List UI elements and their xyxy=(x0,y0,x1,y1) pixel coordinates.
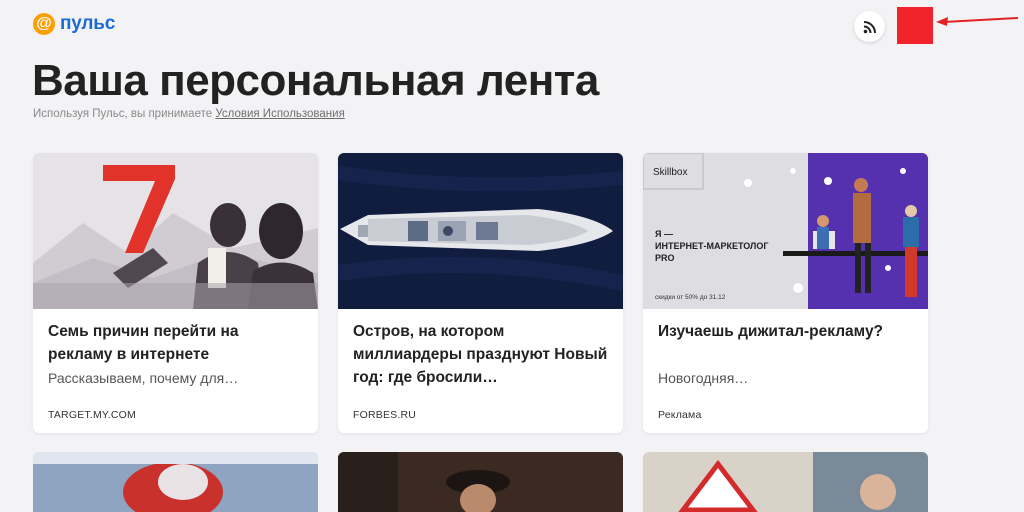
logo-text: пульс xyxy=(60,13,116,34)
terms-link[interactable]: Условия Использования xyxy=(215,108,344,120)
terms-prefix: Используя Пульс, вы принимаете xyxy=(33,108,213,120)
news-card[interactable] xyxy=(338,452,623,512)
ad-image: Skillbox Я — ИНТЕРНЕТ-МАРКЕТОЛОГ PRO ски… xyxy=(643,153,928,309)
card-source[interactable]: FORBES.RU xyxy=(353,409,416,421)
terms-notice: Используя Пульс, вы принимаете Условия И… xyxy=(33,108,345,120)
ad-card[interactable]: Skillbox Я — ИНТЕРНЕТ-МАРКЕТОЛОГ PRO ски… xyxy=(643,153,928,433)
ad-label: Реклама xyxy=(658,409,702,421)
pulse-logo[interactable]: @ пульс xyxy=(33,13,115,35)
card-title[interactable]: Семь причин перейти на рекламу в интерне… xyxy=(48,320,303,366)
rss-button[interactable] xyxy=(854,11,885,42)
svg-text:PRO: PRO xyxy=(655,253,675,263)
news-card[interactable]: Остров, на котором миллиардеры празднуют… xyxy=(338,153,623,433)
rss-icon xyxy=(863,20,876,33)
ad-discount: скидки от 50% до 31.12 xyxy=(655,294,726,301)
card-description: Рассказываем, почему для… xyxy=(48,370,239,386)
news-card[interactable] xyxy=(643,452,928,512)
svg-text:ИНТЕРНЕТ-МАРКЕТОЛОГ: ИНТЕРНЕТ-МАРКЕТОЛОГ xyxy=(655,241,768,251)
card-image xyxy=(643,452,928,512)
card-title[interactable]: Остров, на котором миллиардеры празднуют… xyxy=(353,320,608,389)
card-description: Новогодняя… xyxy=(658,370,749,386)
ad-brand: Skillbox xyxy=(653,167,687,178)
card-title[interactable]: Изучаешь дижитал-рекламу? xyxy=(658,320,913,343)
card-image xyxy=(33,452,318,512)
svg-text:Я —: Я — xyxy=(655,229,673,239)
news-card[interactable]: Семь причин перейти на рекламу в интерне… xyxy=(33,153,318,433)
at-logo-icon: @ xyxy=(33,13,55,35)
page-title: Ваша персональная лента xyxy=(32,56,599,105)
card-image xyxy=(33,153,318,309)
card-image xyxy=(338,153,623,309)
card-image xyxy=(338,452,623,512)
news-card[interactable] xyxy=(33,452,318,512)
avatar[interactable] xyxy=(897,7,933,44)
card-source[interactable]: TARGET.MY.COM xyxy=(48,409,136,421)
annotation-arrow-icon xyxy=(936,17,1018,26)
